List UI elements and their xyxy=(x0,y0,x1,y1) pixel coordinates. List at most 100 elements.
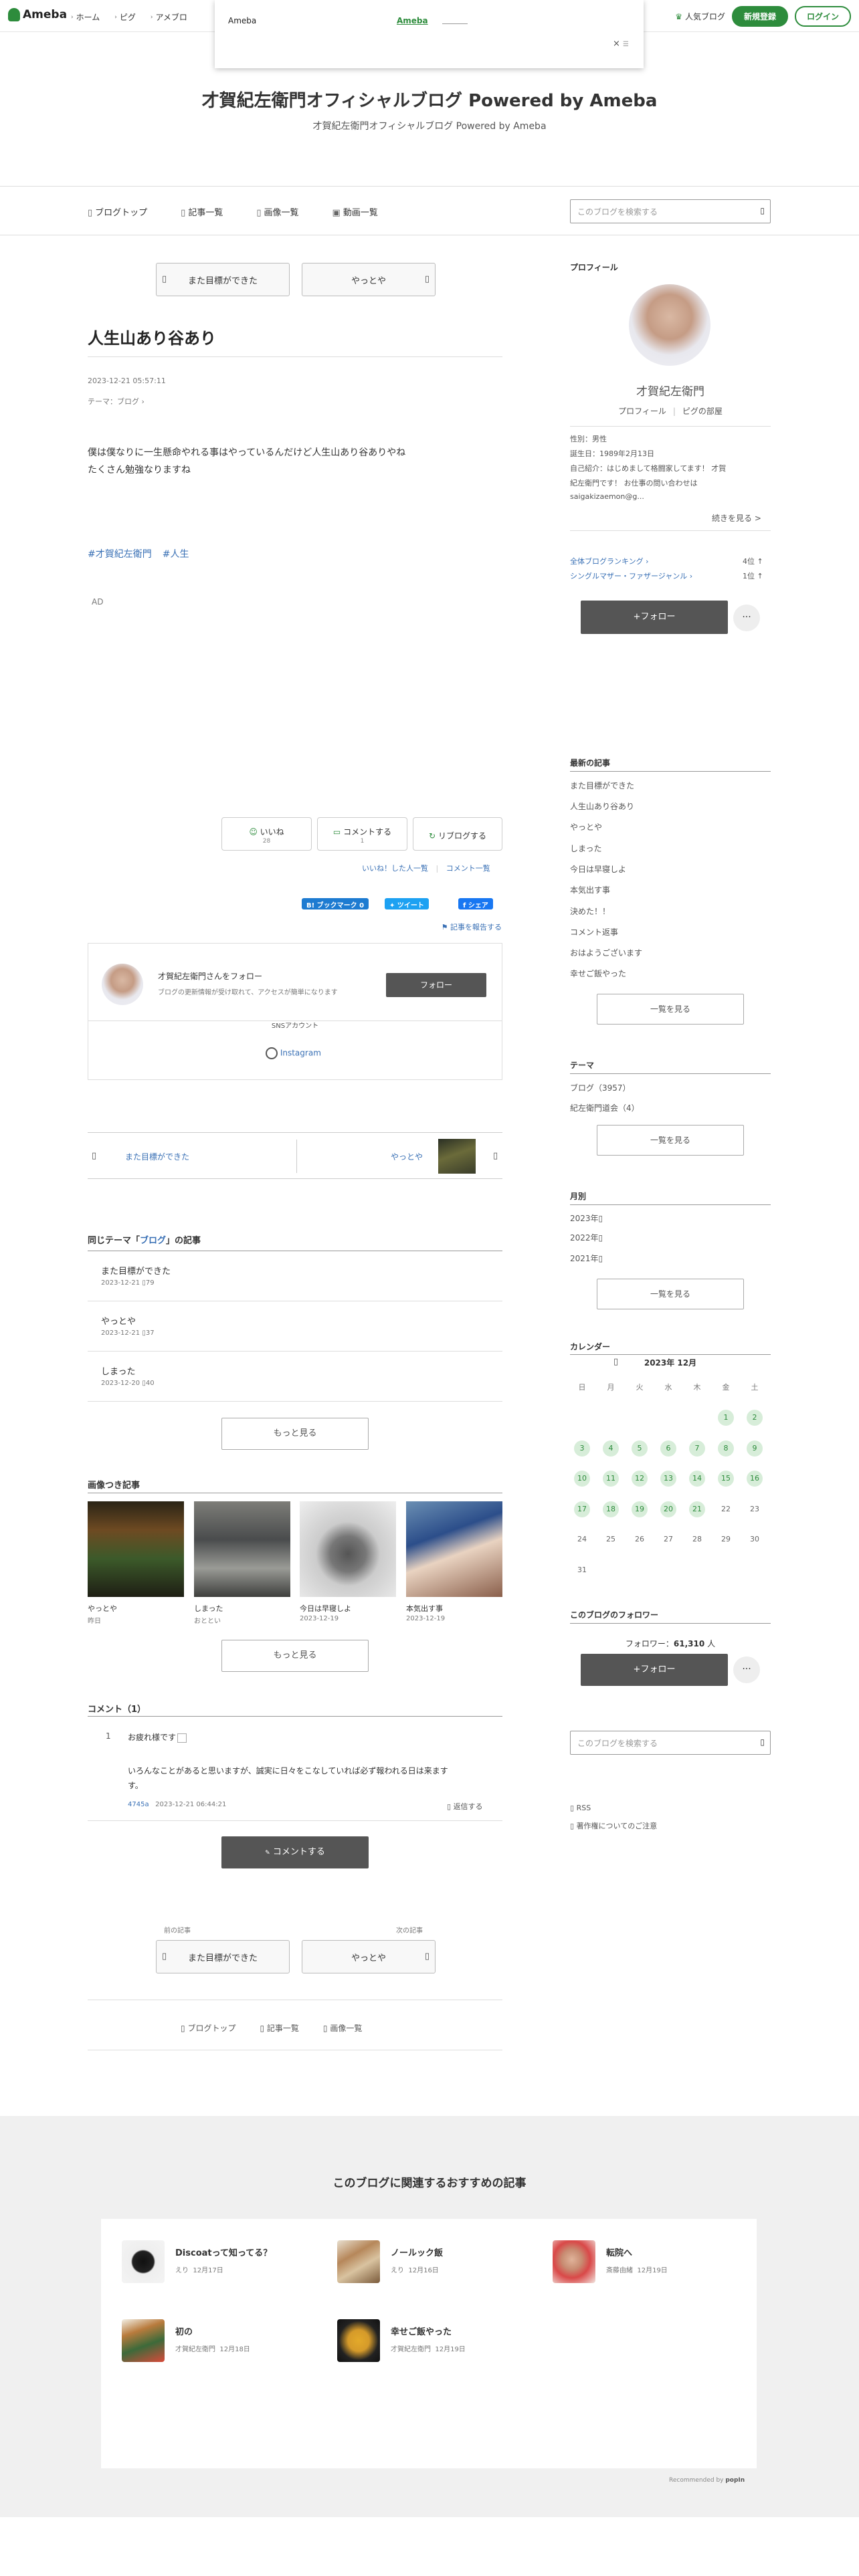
recent-entry-link[interactable]: 今日は早寝しよ xyxy=(570,863,626,875)
images-more-button[interactable]: もっと見る xyxy=(221,1640,369,1672)
search-icon[interactable]: ▯ xyxy=(760,1737,765,1747)
image-caption[interactable]: 今日は早寝しよ xyxy=(300,1603,351,1614)
blog-title[interactable]: 才賀紀左衛門オフィシャルブログ Powered by Ameba xyxy=(0,87,859,112)
calendar-day[interactable]: 13 xyxy=(660,1471,676,1487)
calendar-day[interactable]: 5 xyxy=(632,1440,648,1457)
overlay-close-button[interactable]: × ☰ xyxy=(613,39,629,49)
bottom-link-blog-top[interactable]: ▯ ブログトップ xyxy=(181,2022,235,2034)
calendar-day[interactable]: 2 xyxy=(747,1410,763,1426)
nav-blog-top[interactable]: ▯ ブログトップ xyxy=(88,205,147,218)
comment-list-link[interactable]: コメント一覧 xyxy=(446,864,490,873)
image-thumb[interactable] xyxy=(88,1501,184,1597)
facebook-share-button[interactable]: f シェア xyxy=(458,898,493,909)
calendar-day[interactable]: 14 xyxy=(689,1471,705,1487)
tweet-button[interactable]: ✦ ツイート xyxy=(385,898,429,909)
image-thumb[interactable] xyxy=(194,1501,290,1597)
calendar-day[interactable]: 6 xyxy=(660,1440,676,1457)
calendar-day[interactable]: 17 xyxy=(574,1501,590,1517)
popular-blog-link[interactable]: ♛ 人気ブログ xyxy=(675,11,725,22)
entry-theme[interactable]: テーマ：ブログ › xyxy=(88,396,145,407)
calendar-day[interactable]: 7 xyxy=(689,1440,705,1457)
recent-entry-link[interactable]: コメント返事 xyxy=(570,926,618,938)
calendar-day[interactable]: 1 xyxy=(718,1410,734,1426)
theme-link[interactable]: ブログ（3957） xyxy=(570,1082,631,1093)
month-more-button[interactable]: 一覧を見る xyxy=(597,1279,744,1309)
sidebar-follow-button-2[interactable]: +フォロー xyxy=(581,1654,728,1686)
bottom-link-entry-list[interactable]: ▯ 記事一覧 xyxy=(260,2022,298,2034)
hashtag-link[interactable]: #人生 xyxy=(163,547,189,560)
calendar-day[interactable]: 8 xyxy=(718,1440,734,1457)
pig-room-link[interactable]: ピグの部屋 xyxy=(682,407,723,416)
next-entry-thumbnail[interactable] xyxy=(438,1139,476,1174)
next-entry-link[interactable]: やっとや xyxy=(391,1151,423,1162)
prev-entry-button-bottom[interactable]: ▯ また目標ができた xyxy=(156,1940,290,1973)
entry-title[interactable]: 人生山あり谷あり xyxy=(88,325,216,348)
liked-users-link[interactable]: いいね！した人一覧 xyxy=(362,864,428,873)
profile-name[interactable]: 才賀紀左衛門 xyxy=(570,382,771,399)
profile-more-link[interactable]: 続きを見る > xyxy=(712,512,761,524)
calendar-day[interactable]: 10 xyxy=(574,1471,590,1487)
reblog-button[interactable]: ↻ リブログする xyxy=(413,817,502,851)
top-nav-ameblo[interactable]: › アメブロ xyxy=(151,11,187,23)
related-more-button[interactable]: もっと見る xyxy=(221,1418,369,1450)
ranking-row[interactable]: 全体ブログランキング › xyxy=(570,556,649,566)
copyright-link[interactable]: ▯ 著作権についてのご注意 xyxy=(570,1820,657,1831)
month-link[interactable]: 2023年▯ xyxy=(570,1212,603,1224)
blog-search-input[interactable]: このブログを検索する ▯ xyxy=(570,199,771,223)
calendar-day[interactable]: 11 xyxy=(603,1471,619,1487)
related-item[interactable]: やっとや xyxy=(101,1314,136,1327)
nav-video-list[interactable]: ▣ 動画一覧 xyxy=(332,205,378,218)
sidebar-search-input[interactable]: このブログを検索する ▯ xyxy=(570,1731,771,1755)
image-thumb[interactable] xyxy=(406,1501,502,1597)
image-caption[interactable]: 本気出す事 xyxy=(406,1603,443,1614)
signup-button[interactable]: 新規登録 xyxy=(731,6,788,27)
calendar-day[interactable]: 3 xyxy=(574,1440,590,1457)
image-thumb[interactable] xyxy=(300,1501,396,1597)
ranking-row[interactable]: シングルマザー・ファザージャンル › xyxy=(570,570,692,581)
calendar-day[interactable]: 20 xyxy=(660,1501,676,1517)
recent-entry-link[interactable]: 決めた！！ xyxy=(570,905,610,917)
theme-link[interactable]: 紀左衛門道会（4） xyxy=(570,1102,640,1113)
next-entry-button-top[interactable]: やっとや ▯ xyxy=(302,263,436,296)
calendar-day[interactable]: 9 xyxy=(747,1440,763,1457)
login-button[interactable]: ログイン xyxy=(794,6,851,27)
calendar-day[interactable]: 18 xyxy=(603,1501,619,1517)
calendar-day[interactable]: 15 xyxy=(718,1471,734,1487)
calendar-day[interactable]: 4 xyxy=(603,1440,619,1457)
reply-link[interactable]: ▯ 返信する xyxy=(447,1801,483,1812)
recommend-credit[interactable]: Recommended by popIn xyxy=(669,2477,745,2484)
prev-entry-link[interactable]: また目標ができた xyxy=(125,1151,189,1162)
instagram-link[interactable]: Instagram xyxy=(266,1047,321,1059)
theme-more-button[interactable]: 一覧を見る xyxy=(597,1125,744,1156)
overlay-link[interactable]: Ameba xyxy=(397,16,428,25)
ameba-logo[interactable]: Ameba xyxy=(8,8,67,21)
image-caption[interactable]: やっとや xyxy=(88,1603,117,1614)
month-link[interactable]: 2021年▯ xyxy=(570,1253,603,1264)
recent-entry-link[interactable]: 幸せご飯やった xyxy=(570,968,626,979)
rss-link[interactable]: ▯ RSS xyxy=(570,1804,591,1812)
image-caption[interactable]: しまった xyxy=(194,1603,223,1614)
avatar[interactable] xyxy=(102,964,143,1005)
sidebar-follow-button[interactable]: +フォロー xyxy=(581,601,728,634)
month-link[interactable]: 2022年▯ xyxy=(570,1232,603,1243)
recent-entry-link[interactable]: また目標ができた xyxy=(570,780,634,791)
profile-avatar[interactable] xyxy=(629,284,710,366)
nav-entry-list[interactable]: ▯ 記事一覧 xyxy=(181,205,223,218)
calendar-day[interactable]: 16 xyxy=(747,1471,763,1487)
like-button[interactable]: ☺ いいね 28 xyxy=(221,817,312,851)
calendar-day[interactable]: 19 xyxy=(632,1501,648,1517)
bottom-link-image-list[interactable]: ▯ 画像一覧 xyxy=(323,2022,362,2034)
related-item[interactable]: しまった xyxy=(101,1364,135,1377)
more-options-button[interactable]: ··· xyxy=(733,605,760,631)
recent-entry-link[interactable]: 人生山あり谷あり xyxy=(570,800,634,812)
follow-button[interactable]: フォロー xyxy=(386,973,486,997)
comment-button[interactable]: ▭ コメントする 1 xyxy=(317,817,407,851)
hatena-bookmark-button[interactable]: B! ブックマーク 0 xyxy=(302,898,369,909)
recent-more-button[interactable]: 一覧を見る xyxy=(597,994,744,1025)
prev-entry-button-top[interactable]: ▯ また目標ができた xyxy=(156,263,290,296)
nav-image-list[interactable]: ▯ 画像一覧 xyxy=(256,205,298,218)
write-comment-button[interactable]: ✎ コメントする xyxy=(221,1836,369,1868)
top-nav-pig[interactable]: › ピグ xyxy=(114,11,136,23)
recent-entry-link[interactable]: おはようございます xyxy=(570,947,642,958)
related-item[interactable]: また目標ができた xyxy=(101,1264,171,1277)
